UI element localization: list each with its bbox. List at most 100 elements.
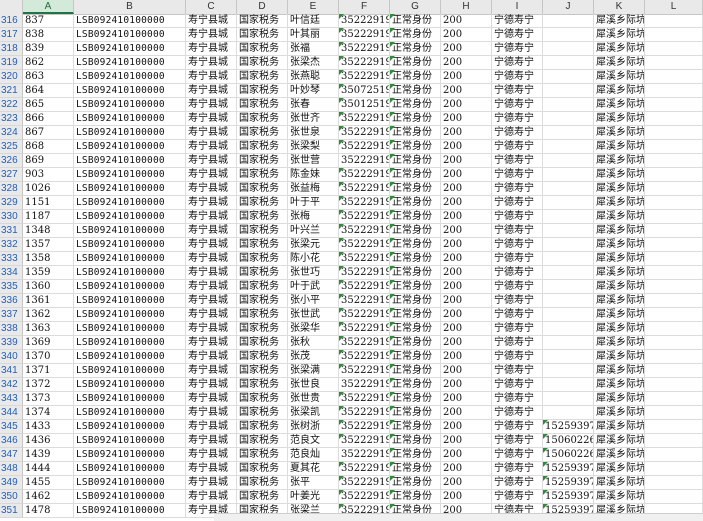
- cell-f[interactable]: 35222919: [339, 420, 390, 434]
- cell-d[interactable]: 国家税务: [237, 196, 288, 210]
- cell-h[interactable]: 200: [441, 308, 492, 322]
- cell-k[interactable]: 犀溪乡际坑村: [594, 266, 645, 280]
- cell-j[interactable]: 15259397: [543, 490, 594, 504]
- cell-b[interactable]: LSB092410100000: [74, 98, 186, 112]
- cell-k[interactable]: 犀溪乡际坑村: [594, 448, 645, 462]
- cell-e[interactable]: 张梁杰: [288, 56, 339, 70]
- cell-k[interactable]: 犀溪乡际坑村: [594, 294, 645, 308]
- cell-j[interactable]: [543, 168, 594, 182]
- cell-g[interactable]: 正常身份: [390, 56, 441, 70]
- cell-j[interactable]: [543, 56, 594, 70]
- cell-c[interactable]: 寿宁县城: [186, 168, 237, 182]
- cell-k[interactable]: 犀溪乡际坑村: [594, 462, 645, 476]
- cell-a[interactable]: 903: [23, 168, 74, 182]
- cell-e[interactable]: 叶姜光: [288, 490, 339, 504]
- cell-h[interactable]: 200: [441, 28, 492, 42]
- cell-a[interactable]: 1373: [23, 392, 74, 406]
- cell-e[interactable]: 张秋: [288, 336, 339, 350]
- cell-a[interactable]: 1462: [23, 490, 74, 504]
- cell-l[interactable]: [645, 462, 703, 476]
- cell-d[interactable]: 国家税务: [237, 462, 288, 476]
- cell-a[interactable]: 1444: [23, 462, 74, 476]
- cell-d[interactable]: 国家税务: [237, 126, 288, 140]
- cell-i[interactable]: 宁德寿宁: [492, 210, 543, 224]
- cell-b[interactable]: LSB092410100000: [74, 434, 186, 448]
- cell-b[interactable]: LSB092410100000: [74, 462, 186, 476]
- cell-b[interactable]: LSB092410100000: [74, 224, 186, 238]
- row-number[interactable]: 329: [0, 196, 23, 210]
- cell-e[interactable]: 陈金妹: [288, 168, 339, 182]
- cell-l[interactable]: [645, 294, 703, 308]
- cell-c[interactable]: 寿宁县城: [186, 266, 237, 280]
- cell-j[interactable]: [543, 280, 594, 294]
- cell-i[interactable]: 宁德寿宁: [492, 476, 543, 490]
- cell-e[interactable]: 叶其丽: [288, 28, 339, 42]
- cell-l[interactable]: [645, 84, 703, 98]
- cell-d[interactable]: 国家税务: [237, 154, 288, 168]
- cell-b[interactable]: LSB092410100000: [74, 210, 186, 224]
- cell-e[interactable]: 张平: [288, 476, 339, 490]
- cell-h[interactable]: 200: [441, 168, 492, 182]
- cell-h[interactable]: 200: [441, 462, 492, 476]
- cell-j[interactable]: [543, 42, 594, 56]
- cell-k[interactable]: 犀溪乡际坑村: [594, 364, 645, 378]
- cell-g[interactable]: 正常身份: [390, 434, 441, 448]
- cell-c[interactable]: 寿宁县城: [186, 434, 237, 448]
- cell-j[interactable]: [543, 364, 594, 378]
- cell-l[interactable]: [645, 196, 703, 210]
- cell-h[interactable]: 200: [441, 14, 492, 28]
- cell-k[interactable]: 犀溪乡际坑村: [594, 42, 645, 56]
- cell-i[interactable]: 宁德寿宁: [492, 308, 543, 322]
- row-number[interactable]: 322: [0, 98, 23, 112]
- cell-h[interactable]: 200: [441, 406, 492, 420]
- cell-a[interactable]: 1348: [23, 224, 74, 238]
- cell-d[interactable]: 国家税务: [237, 70, 288, 84]
- column-header-h[interactable]: H: [441, 0, 492, 14]
- cell-b[interactable]: LSB092410100000: [74, 476, 186, 490]
- cell-i[interactable]: 宁德寿宁: [492, 350, 543, 364]
- cell-l[interactable]: [645, 28, 703, 42]
- cell-a[interactable]: 1359: [23, 266, 74, 280]
- cell-f[interactable]: 35222919: [339, 168, 390, 182]
- cell-i[interactable]: 宁德寿宁: [492, 420, 543, 434]
- cell-h[interactable]: 200: [441, 140, 492, 154]
- cell-h[interactable]: 200: [441, 476, 492, 490]
- column-header-e[interactable]: E: [288, 0, 339, 14]
- cell-f[interactable]: 35222919: [339, 378, 390, 392]
- row-number[interactable]: 340: [0, 350, 23, 364]
- cell-b[interactable]: LSB092410100000: [74, 280, 186, 294]
- row-number[interactable]: 344: [0, 406, 23, 420]
- cell-f[interactable]: 35222919: [339, 154, 390, 168]
- cell-h[interactable]: 200: [441, 378, 492, 392]
- cell-i[interactable]: 宁德寿宁: [492, 154, 543, 168]
- cell-b[interactable]: LSB092410100000: [74, 448, 186, 462]
- cell-b[interactable]: LSB092410100000: [74, 14, 186, 28]
- cell-e[interactable]: 张梅: [288, 210, 339, 224]
- cell-i[interactable]: 宁德寿宁: [492, 406, 543, 420]
- cell-c[interactable]: 寿宁县城: [186, 294, 237, 308]
- cell-f[interactable]: 35072519: [339, 84, 390, 98]
- cell-f[interactable]: 35222919: [339, 42, 390, 56]
- cell-a[interactable]: 867: [23, 126, 74, 140]
- cell-j[interactable]: [543, 126, 594, 140]
- cell-j[interactable]: [543, 350, 594, 364]
- cell-k[interactable]: 犀溪乡际坑村: [594, 168, 645, 182]
- cell-a[interactable]: 1358: [23, 252, 74, 266]
- row-number[interactable]: 338: [0, 322, 23, 336]
- cell-l[interactable]: [645, 364, 703, 378]
- cell-l[interactable]: [645, 42, 703, 56]
- cell-j[interactable]: [543, 84, 594, 98]
- row-number[interactable]: 347: [0, 448, 23, 462]
- cell-k[interactable]: 犀溪乡际坑村: [594, 322, 645, 336]
- cell-h[interactable]: 200: [441, 266, 492, 280]
- cell-k[interactable]: 犀溪乡际坑村: [594, 84, 645, 98]
- cell-e[interactable]: 范良文: [288, 434, 339, 448]
- cell-e[interactable]: 范良灿: [288, 448, 339, 462]
- cell-j[interactable]: 15060226: [543, 434, 594, 448]
- cell-l[interactable]: [645, 252, 703, 266]
- cell-l[interactable]: [645, 14, 703, 28]
- cell-k[interactable]: 犀溪乡际坑村: [594, 182, 645, 196]
- row-number[interactable]: 316: [0, 14, 23, 28]
- row-number[interactable]: 327: [0, 168, 23, 182]
- cell-d[interactable]: 国家税务: [237, 266, 288, 280]
